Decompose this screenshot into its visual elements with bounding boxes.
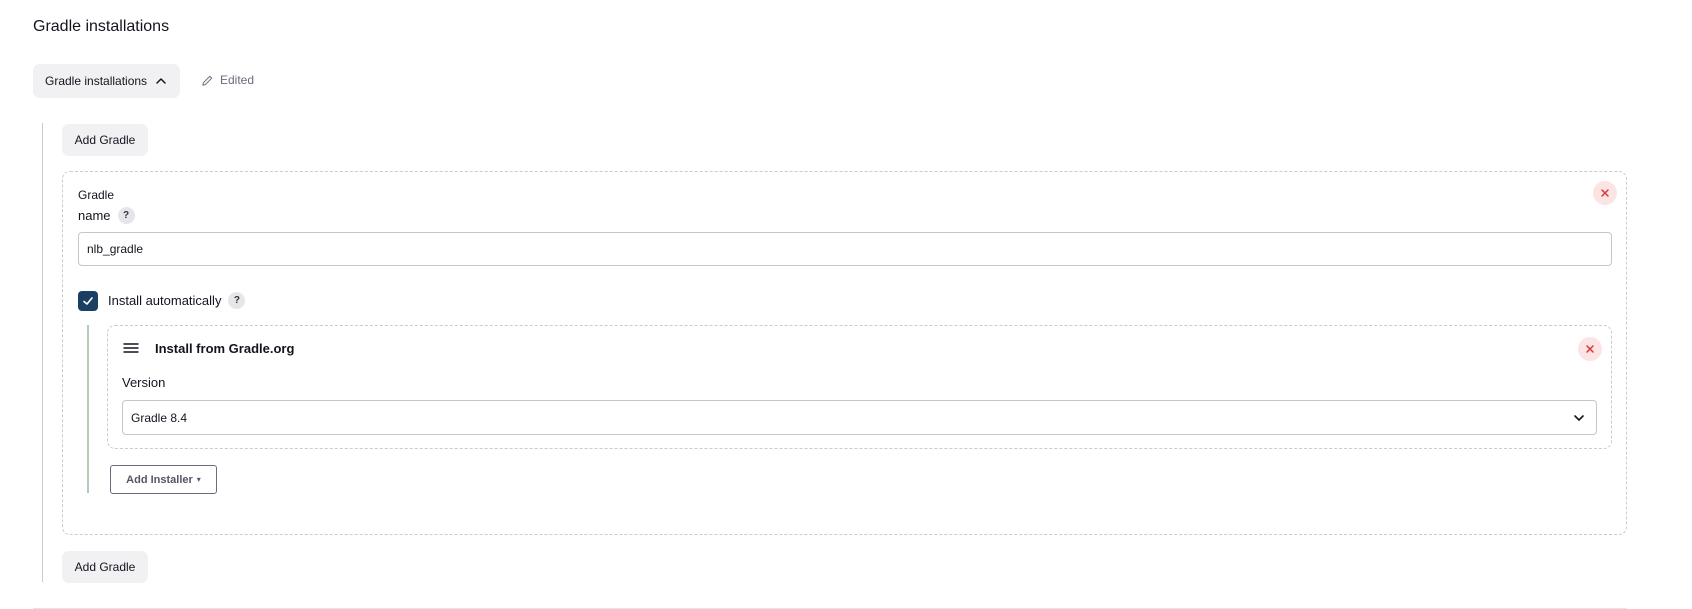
check-icon bbox=[83, 297, 93, 305]
remove-installation-button[interactable] bbox=[1593, 181, 1617, 205]
installer-title: Install from Gradle.org bbox=[155, 341, 295, 356]
gradle-installations-toggle-button[interactable]: Gradle installations bbox=[33, 64, 180, 98]
add-gradle-button-bottom[interactable]: Add Gradle bbox=[62, 551, 148, 583]
add-installer-label: Add Installer bbox=[126, 473, 193, 486]
add-installer-button[interactable]: Add Installer ▾ bbox=[110, 465, 217, 494]
install-automatically-checkbox[interactable] bbox=[78, 291, 98, 311]
name-help-button[interactable]: ? bbox=[117, 207, 135, 224]
install-auto-text: Install automatically bbox=[108, 293, 222, 308]
name-input[interactable] bbox=[78, 232, 1612, 266]
name-field-label: name ? bbox=[78, 207, 135, 224]
caret-down-icon: ▾ bbox=[196, 475, 201, 484]
nesting-rule bbox=[42, 123, 43, 582]
toggle-label: Gradle installations bbox=[45, 74, 148, 88]
name-label-text: name bbox=[78, 208, 111, 223]
remove-installer-button[interactable] bbox=[1578, 337, 1602, 361]
close-icon bbox=[1586, 345, 1594, 353]
installer-nesting-rule bbox=[87, 325, 89, 493]
version-label: Version bbox=[122, 375, 166, 390]
chevron-down-icon bbox=[1574, 414, 1584, 421]
edited-status: Edited bbox=[201, 73, 254, 87]
edited-label: Edited bbox=[220, 73, 255, 87]
installation-heading: Gradle bbox=[78, 188, 115, 202]
version-selected-value: Gradle 8.4 bbox=[131, 410, 188, 425]
section-title: Gradle installations bbox=[33, 18, 170, 35]
chevron-up-icon bbox=[156, 78, 166, 84]
close-icon bbox=[1601, 189, 1609, 197]
version-select[interactable]: Gradle 8.4 bbox=[122, 400, 1597, 435]
install-auto-help-button[interactable]: ? bbox=[228, 292, 246, 309]
add-gradle-button[interactable]: Add Gradle bbox=[62, 124, 148, 156]
pencil-icon bbox=[202, 75, 213, 86]
drag-handle-icon[interactable] bbox=[123, 341, 139, 355]
install-automatically-label: Install automatically ? bbox=[108, 292, 246, 309]
